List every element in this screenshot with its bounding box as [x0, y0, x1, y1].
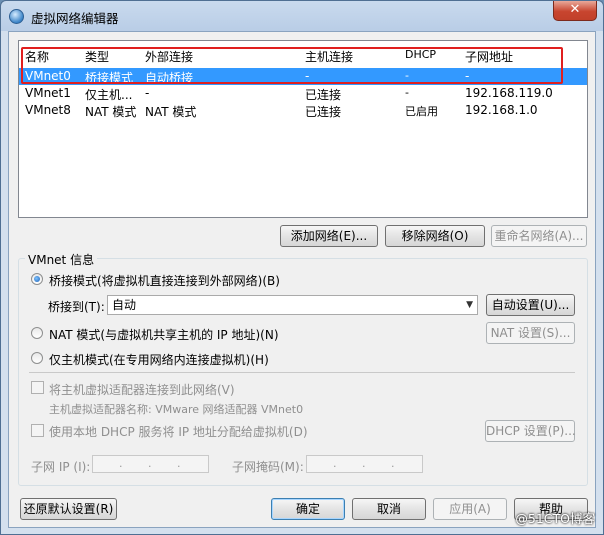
separator [29, 372, 575, 373]
cell-subnet: 192.168.119.0 [465, 86, 553, 100]
cancel-button[interactable]: 取消 [352, 498, 426, 520]
cell-type: NAT 模式 [85, 105, 137, 119]
red-highlight-box [21, 47, 563, 84]
cell-name: VMnet8 [25, 103, 71, 117]
network-globe-icon [9, 9, 24, 24]
nat-settings-button[interactable]: NAT 设置(S)... [486, 322, 575, 344]
cell-dhcp: 已启用 [405, 105, 438, 118]
subnet-ip-label: 子网 IP (I): [31, 460, 91, 474]
cell-host: 已连接 [305, 88, 342, 102]
host-only-radio[interactable] [31, 352, 43, 364]
add-network-button[interactable]: 添加网络(E)... [280, 225, 378, 247]
bridged-to-value: 自动 [112, 298, 137, 312]
use-dhcp-label[interactable]: 使用本地 DHCP 服务将 IP 地址分配给虚拟机(D) [49, 423, 308, 440]
window-title: 虚拟网络编辑器 [31, 11, 119, 26]
cell-external: - [145, 86, 150, 100]
cell-host: 已连接 [305, 105, 342, 119]
rename-network-button[interactable]: 重命名网络(A)... [491, 225, 587, 247]
subnet-ip-field[interactable]: . . . [92, 455, 209, 473]
bridged-to-dropdown[interactable]: 自动 ▼ [107, 295, 478, 315]
nat-mode-radio[interactable] [31, 327, 43, 339]
subnet-mask-label: 子网掩码(M): [232, 460, 304, 474]
apply-button[interactable]: 应用(A) [433, 498, 507, 520]
host-only-label[interactable]: 仅主机模式(在专用网络内连接虚拟机)(H) [49, 351, 269, 368]
close-button[interactable]: ✕ [553, 1, 597, 21]
network-row-vmnet8[interactable]: VMnet8 NAT 模式 NAT 模式 已连接 已启用 192.168.1.0 [19, 102, 587, 119]
cell-subnet: 192.168.1.0 [465, 103, 538, 117]
bridged-mode-radio[interactable] [31, 273, 43, 285]
nat-mode-label[interactable]: NAT 模式(与虚拟机共享主机的 IP 地址)(N) [49, 326, 279, 343]
remove-network-button[interactable]: 移除网络(O) [385, 225, 485, 247]
restore-defaults-button[interactable]: 还原默认设置(R) [20, 498, 117, 520]
bridged-to-label: 桥接到(T): [48, 300, 105, 314]
adapter-name-label: 主机虚拟适配器名称: VMware 网络适配器 VMnet0 [49, 403, 304, 416]
bridged-mode-label[interactable]: 桥接模式(将虚拟机直接连接到外部网络)(B) [49, 272, 280, 289]
network-list[interactable]: 名称 类型 外部连接 主机连接 DHCP 子网地址 VMnet0 桥接模式 自动… [18, 40, 588, 218]
virtual-network-editor-window: 虚拟网络编辑器 ✕ 名称 类型 外部连接 主机连接 DHCP 子网地址 VMne… [0, 0, 604, 535]
dhcp-settings-button[interactable]: DHCP 设置(P)... [485, 420, 576, 442]
dropdown-arrow-icon: ▼ [466, 300, 473, 310]
cell-name: VMnet1 [25, 86, 71, 100]
watermark-text: @51CTO博客 [515, 511, 595, 526]
cell-type: 仅主机... [85, 88, 133, 102]
vmnet-info-title: VMnet 信息 [25, 251, 98, 268]
connect-adapter-checkbox[interactable] [31, 381, 44, 394]
dialog-body: 名称 类型 外部连接 主机连接 DHCP 子网地址 VMnet0 桥接模式 自动… [8, 31, 596, 528]
title-bar[interactable]: 虚拟网络编辑器 ✕ [1, 1, 603, 31]
cell-dhcp: - [405, 86, 409, 99]
connect-adapter-label[interactable]: 将主机虚拟适配器连接到此网络(V) [49, 381, 235, 398]
network-row-vmnet1[interactable]: VMnet1 仅主机... - 已连接 - 192.168.119.0 [19, 85, 587, 102]
auto-settings-button[interactable]: 自动设置(U)... [486, 294, 575, 316]
cell-external: NAT 模式 [145, 105, 197, 119]
ok-button[interactable]: 确定 [271, 498, 345, 520]
use-dhcp-checkbox[interactable] [31, 424, 44, 437]
subnet-mask-field[interactable]: . . . [306, 455, 423, 473]
